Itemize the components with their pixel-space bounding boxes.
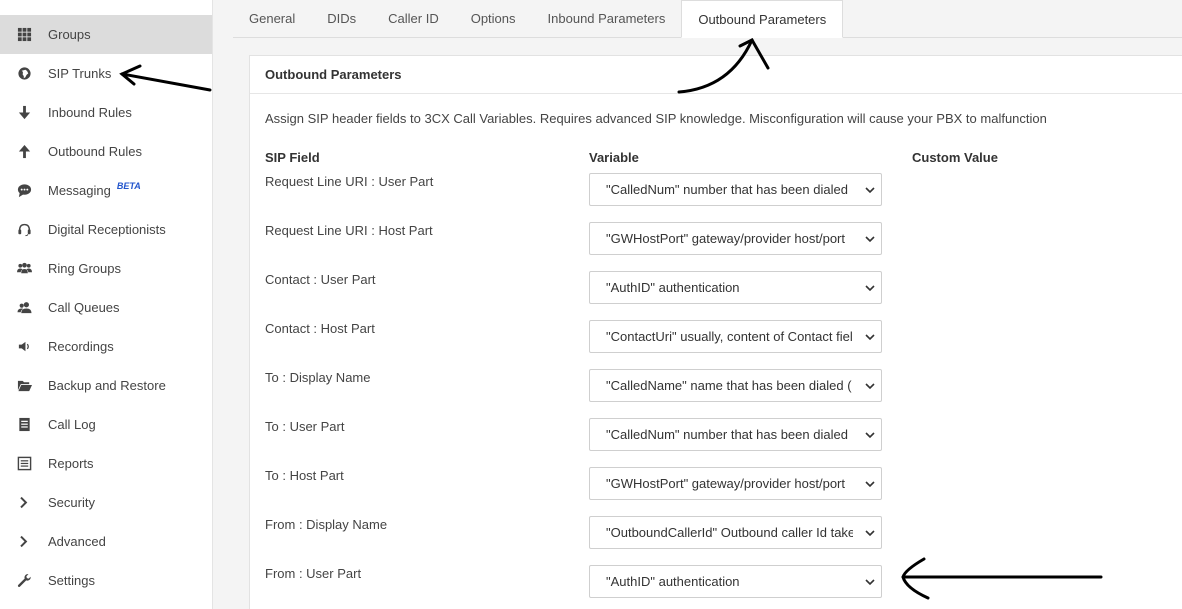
select-value: "CalledNum" number that has been dialed [606, 182, 848, 197]
select-value: "CalledNum" number that has been dialed [606, 427, 848, 442]
sip-field-label: From : Display Name [265, 517, 388, 532]
sidebar-item-label: Call Queues [48, 300, 120, 315]
speaker-icon [15, 338, 33, 356]
select-value: "GWHostPort" gateway/provider host/port [606, 231, 845, 246]
sidebar-item-groups[interactable]: Groups [0, 15, 212, 54]
sidebar-item-label: Inbound Rules [48, 105, 132, 120]
chevron-down-icon [865, 579, 875, 586]
tab-caller-id[interactable]: Caller ID [372, 0, 455, 37]
sidebar-item-recordings[interactable]: Recordings [0, 327, 212, 366]
sip-field-label: Request Line URI : User Part [265, 174, 434, 189]
wrench-icon [15, 572, 33, 590]
chevron-down-icon [865, 187, 875, 194]
tab-general[interactable]: General [233, 0, 311, 37]
user-group-icon [15, 299, 33, 317]
tab-dids[interactable]: DIDs [311, 0, 372, 37]
sidebar-item-label: SIP Trunks [48, 66, 112, 81]
variable-select[interactable]: "AuthID" authentication [589, 271, 882, 304]
sip-field-label: To : Host Part [265, 468, 344, 483]
tab-bar: General DIDs Caller ID Options Inbound P… [233, 0, 1182, 38]
variable-select[interactable]: "CalledNum" number that has been dialed [589, 173, 882, 206]
chevron-down-icon [865, 481, 875, 488]
sidebar-item-label: Reports [48, 456, 94, 471]
sidebar-item-label: Digital Receptionists [48, 222, 166, 237]
report-icon [15, 455, 33, 473]
sidebar-item-inbound-rules[interactable]: Inbound Rules [0, 93, 212, 132]
sip-field-label: Contact : Host Part [265, 321, 375, 336]
folder-open-icon [15, 377, 33, 395]
sidebar-item-settings[interactable]: Settings [0, 561, 212, 600]
chevron-right-icon [15, 494, 33, 512]
chevron-down-icon [865, 432, 875, 439]
sidebar-item-outbound-rules[interactable]: Outbound Rules [0, 132, 212, 171]
column-header-variable: Variable [589, 150, 639, 165]
arrow-down-icon [15, 104, 33, 122]
sidebar-item-label: Security [48, 495, 95, 510]
sidebar-item-label: Call Log [48, 417, 96, 432]
document-list-icon [15, 416, 33, 434]
select-value: "GWHostPort" gateway/provider host/port [606, 476, 845, 491]
column-header-custom-value: Custom Value [912, 150, 998, 165]
select-value: "AuthID" authentication [606, 574, 740, 589]
variable-select[interactable]: "GWHostPort" gateway/provider host/port [589, 222, 882, 255]
column-header-sip-field: SIP Field [265, 150, 320, 165]
variable-select[interactable]: "OutboundCallerId" Outbound caller Id ta… [589, 516, 882, 549]
sip-field-label: Request Line URI : Host Part [265, 223, 433, 238]
beta-badge: BETA [116, 180, 141, 191]
sidebar-item-ring-groups[interactable]: Ring Groups [0, 249, 212, 288]
chevron-down-icon [865, 236, 875, 243]
sip-field-label: Contact : User Part [265, 272, 376, 287]
select-value: "AuthID" authentication [606, 280, 740, 295]
sip-field-label: To : Display Name [265, 370, 371, 385]
sidebar-item-sip-trunks[interactable]: SIP Trunks [0, 54, 212, 93]
select-value: "OutboundCallerId" Outbound caller Id ta… [606, 525, 853, 540]
main-content: General DIDs Caller ID Options Inbound P… [213, 0, 1182, 609]
sidebar-item-security[interactable]: Security [0, 483, 212, 522]
sidebar-item-label: Backup and Restore [48, 378, 166, 393]
sidebar-item-reports[interactable]: Reports [0, 444, 212, 483]
globe-icon [15, 65, 33, 83]
sidebar-item-label: Settings [48, 573, 95, 588]
sidebar-item-advanced[interactable]: Advanced [0, 522, 212, 561]
sip-field-label: From : User Part [265, 566, 362, 581]
sidebar-item-messaging[interactable]: Messaging BETA [0, 171, 212, 210]
sidebar-item-label: Advanced [48, 534, 106, 549]
chat-bubble-icon [15, 182, 33, 200]
tab-inbound-parameters[interactable]: Inbound Parameters [532, 0, 682, 37]
variable-select[interactable]: "CalledNum" number that has been dialed [589, 418, 882, 451]
sidebar: Groups SIP Trunks Inbound Rules Outbound… [0, 0, 213, 609]
sip-field-label: To : User Part [265, 419, 345, 434]
tab-outbound-parameters[interactable]: Outbound Parameters [681, 0, 844, 38]
outbound-parameters-panel: Outbound Parameters Assign SIP header fi… [249, 55, 1182, 609]
users-icon [15, 260, 33, 278]
panel-description: Assign SIP header fields to 3CX Call Var… [265, 111, 1047, 126]
variable-select[interactable]: "GWHostPort" gateway/provider host/port [589, 467, 882, 500]
select-value: "ContactUri" usually, content of Contact… [606, 329, 853, 344]
sidebar-item-call-log[interactable]: Call Log [0, 405, 212, 444]
variable-select[interactable]: "AuthID" authentication [589, 565, 882, 598]
sidebar-item-label: Groups [48, 27, 91, 42]
sidebar-item-digital-receptionists[interactable]: Digital Receptionists [0, 210, 212, 249]
sidebar-item-label: Ring Groups [48, 261, 121, 276]
headset-icon [15, 221, 33, 239]
grid-icon [15, 26, 33, 44]
panel-title: Outbound Parameters [250, 56, 1182, 94]
arrow-up-icon [15, 143, 33, 161]
chevron-down-icon [865, 285, 875, 292]
variable-select[interactable]: "CalledName" name that has been dialed ( [589, 369, 882, 402]
chevron-down-icon [865, 530, 875, 537]
variable-select[interactable]: "ContactUri" usually, content of Contact… [589, 320, 882, 353]
sidebar-item-backup-and-restore[interactable]: Backup and Restore [0, 366, 212, 405]
chevron-down-icon [865, 383, 875, 390]
tab-options[interactable]: Options [455, 0, 532, 37]
chevron-down-icon [865, 334, 875, 341]
sidebar-item-label: Recordings [48, 339, 114, 354]
chevron-right-icon [15, 533, 33, 551]
select-value: "CalledName" name that has been dialed ( [606, 378, 852, 393]
sidebar-item-label: Outbound Rules [48, 144, 142, 159]
sidebar-item-call-queues[interactable]: Call Queues [0, 288, 212, 327]
sidebar-item-label: Messaging [48, 183, 111, 198]
